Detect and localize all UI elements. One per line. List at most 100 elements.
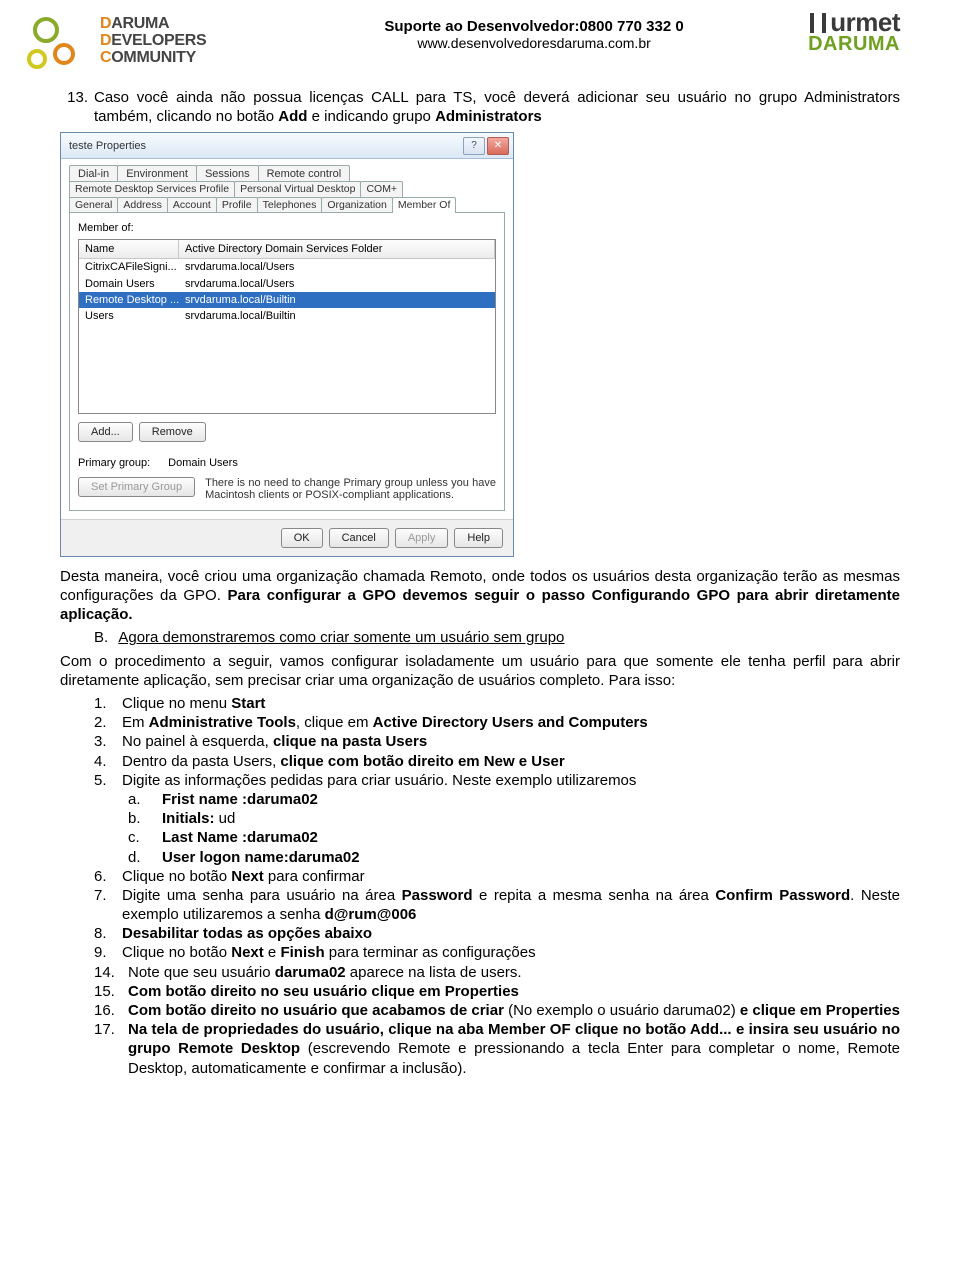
step-bold2: Active Directory Users and Computers	[373, 714, 648, 731]
step-num: 9.	[94, 943, 122, 962]
substep-d: d. User logon name:daruma02	[60, 848, 900, 867]
logo-daruma-developers: DARUMA DEVELOPERS COMMUNITY	[60, 10, 260, 78]
step-13: 13. Caso você ainda não possua licenças …	[60, 88, 900, 126]
step-bold: Start	[231, 695, 265, 712]
col-header-name[interactable]: Name	[79, 240, 179, 258]
step-text: Digite as informações pedidas para criar…	[122, 772, 636, 789]
step-3: 3. No painel à esquerda, clique na pasta…	[60, 732, 900, 751]
sub-letter: b.	[128, 809, 162, 828]
step-17: 17. Na tela de propriedades do usuário, …	[60, 1020, 900, 1078]
step-num: 14.	[94, 963, 128, 982]
step-bold: Com botão direito no seu usuário clique …	[128, 983, 519, 1000]
help-button-bottom[interactable]: Help	[454, 528, 503, 548]
step-bold: Next	[231, 868, 264, 885]
logo-line3-init: C	[100, 49, 111, 66]
ok-button[interactable]: OK	[281, 528, 323, 548]
list-row[interactable]: Domain Users srvdaruma.local/Users	[79, 276, 495, 292]
sub-value: daruma02	[289, 849, 360, 866]
teste-properties-dialog: teste Properties ? ✕ Dial-in Environment…	[60, 132, 514, 557]
step-text: Note que seu usuário	[128, 964, 275, 981]
step-1: 1. Clique no menu Start	[60, 694, 900, 713]
step-num: 5.	[94, 771, 122, 790]
list-row[interactable]: CitrixCAFileSigni... srvdaruma.local/Use…	[79, 259, 495, 275]
tab-dialin[interactable]: Dial-in	[69, 165, 118, 182]
list-row-selected[interactable]: Remote Desktop ... srvdaruma.local/Built…	[79, 292, 495, 308]
sub-letter: a.	[128, 790, 162, 809]
step-9: 9. Clique no botão Next e Finish para te…	[60, 943, 900, 962]
step-bold2: e clique em Properties	[740, 1002, 900, 1019]
step-text2: para confirmar	[264, 868, 365, 885]
step-text: Clique no botão	[122, 944, 231, 961]
step-13-segment2: e indicando grupo	[307, 108, 435, 125]
step-text2: e repita a mesma senha na área	[473, 887, 716, 904]
tab-address[interactable]: Address	[117, 197, 168, 213]
logo-line3: OMMUNITY	[111, 49, 196, 66]
tab-telephones[interactable]: Telephones	[257, 197, 323, 213]
logo-urmet: urmet	[808, 10, 900, 35]
member-of-listbox[interactable]: Name Active Directory Domain Services Fo…	[78, 239, 496, 414]
tab-organization[interactable]: Organization	[321, 197, 393, 213]
tab-sessions[interactable]: Sessions	[196, 165, 259, 182]
sub-value: ud	[215, 810, 236, 827]
tab-general[interactable]: General	[69, 197, 118, 213]
step-text: Clique no menu	[122, 695, 231, 712]
step-num: 15.	[94, 982, 128, 1001]
close-button[interactable]: ✕	[487, 137, 509, 155]
header-support-info: Suporte ao Desenvolvedor:0800 770 332 0 …	[260, 10, 808, 51]
row-folder: srvdaruma.local/Builtin	[179, 308, 495, 324]
row-name: Remote Desktop ...	[79, 292, 179, 308]
list-header: Name Active Directory Domain Services Fo…	[79, 240, 495, 259]
step-bold3: d@rum@006	[325, 906, 417, 923]
tab-pvd[interactable]: Personal Virtual Desktop	[234, 181, 361, 197]
tab-environment[interactable]: Environment	[117, 165, 197, 182]
tab-complus[interactable]: COM+	[360, 181, 403, 197]
step-16: 16. Com botão direito no usuário que aca…	[60, 1001, 900, 1020]
logo-line1: ARUMA	[111, 15, 169, 32]
sub-letter: d.	[128, 848, 162, 867]
step-bold: Na tela de propriedades do usuário, cliq…	[128, 1021, 732, 1038]
list-row[interactable]: Users srvdaruma.local/Builtin	[79, 308, 495, 324]
step-num: 4.	[94, 752, 122, 771]
step-bold: clique com botão direito em New e User	[280, 753, 564, 770]
remove-button[interactable]: Remove	[139, 422, 206, 442]
step-6: 6. Clique no botão Next para confirmar	[60, 867, 900, 886]
cancel-button[interactable]: Cancel	[329, 528, 389, 548]
document-page: DARUMA DEVELOPERS COMMUNITY Suporte ao D…	[0, 0, 960, 1108]
sub-letter: c.	[128, 828, 162, 847]
member-of-label: Member of:	[78, 221, 496, 235]
logo-daruma: DARUMA	[808, 35, 900, 54]
tab-rds-profile[interactable]: Remote Desktop Services Profile	[69, 181, 235, 197]
step-text: (No exemplo o usuário daruma02)	[504, 1002, 740, 1019]
step-bold: daruma02	[275, 964, 346, 981]
dialog-title: teste Properties	[69, 139, 146, 153]
step-15: 15. Com botão direito no seu usuário cli…	[60, 982, 900, 1001]
set-primary-group-button: Set Primary Group	[78, 477, 195, 497]
sub-label: Last Name :	[162, 829, 247, 846]
step-text3: para terminar as configurações	[325, 944, 536, 961]
step-bold: Next	[231, 944, 264, 961]
step-14: 14. Note que seu usuário daruma02 aparec…	[60, 963, 900, 982]
step-7: 7. Digite uma senha para usuário na área…	[60, 886, 900, 924]
primary-group-hint: There is no need to change Primary group…	[205, 477, 496, 502]
tab-remote-control[interactable]: Remote control	[258, 165, 351, 182]
col-header-folder[interactable]: Active Directory Domain Services Folder	[179, 240, 495, 258]
primary-group-label: Primary group:	[78, 456, 150, 470]
section-b-label: B.	[94, 629, 108, 646]
substep-a: a. Frist name :daruma02	[60, 790, 900, 809]
sub-label: Frist name :	[162, 791, 247, 808]
logo-urmet-daruma: urmet DARUMA	[808, 10, 900, 54]
step-num: 1.	[94, 694, 122, 713]
step-5: 5. Digite as informações pedidas para cr…	[60, 771, 900, 790]
step-num: 2.	[94, 713, 122, 732]
apply-button: Apply	[395, 528, 449, 548]
tab-profile[interactable]: Profile	[216, 197, 258, 213]
tab-account[interactable]: Account	[167, 197, 217, 213]
step-text2: e	[264, 944, 281, 961]
paragraph-after-dialog: Desta maneira, você criou uma organizaçã…	[60, 567, 900, 625]
add-button[interactable]: Add...	[78, 422, 133, 442]
help-button[interactable]: ?	[463, 137, 485, 155]
tab-member-of[interactable]: Member Of	[392, 197, 457, 213]
document-body: 13. Caso você ainda não possua licenças …	[60, 88, 900, 1078]
row-folder: srvdaruma.local/Users	[179, 259, 495, 275]
step-8: 8. Desabilitar todas as opções abaixo	[60, 924, 900, 943]
